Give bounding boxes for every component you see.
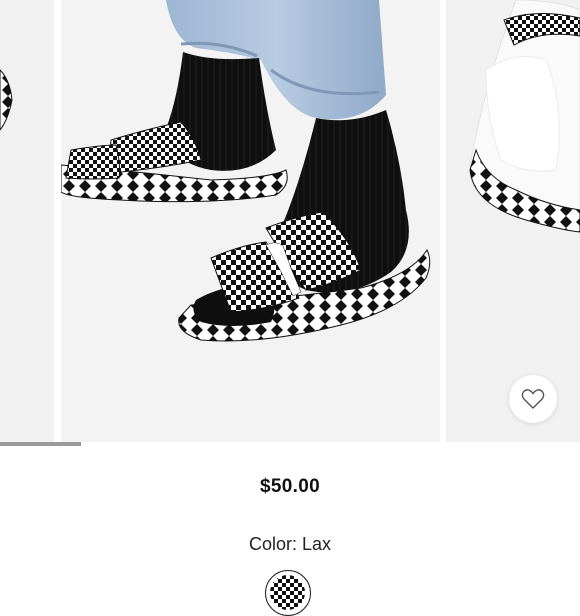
favorite-button[interactable] — [509, 375, 557, 423]
sandal-footbed-image — [469, 0, 580, 233]
swatch-pattern — [270, 575, 305, 610]
product-image-main[interactable] — [61, 0, 440, 442]
product-image-carousel[interactable] — [0, 0, 580, 442]
model-sandals-image — [61, 0, 431, 342]
color-label: Color: Lax — [248, 534, 332, 554]
heart-outline-icon — [521, 389, 545, 409]
sandal-side-image — [0, 69, 13, 131]
product-image-next[interactable] — [446, 0, 580, 442]
carousel-progress-bar — [0, 442, 580, 446]
carousel-progress-indicator — [0, 442, 82, 446]
product-price: $50.00 — [260, 476, 320, 497]
product-image-previous[interactable] — [0, 0, 54, 442]
color-swatch-lax[interactable] — [265, 570, 311, 616]
